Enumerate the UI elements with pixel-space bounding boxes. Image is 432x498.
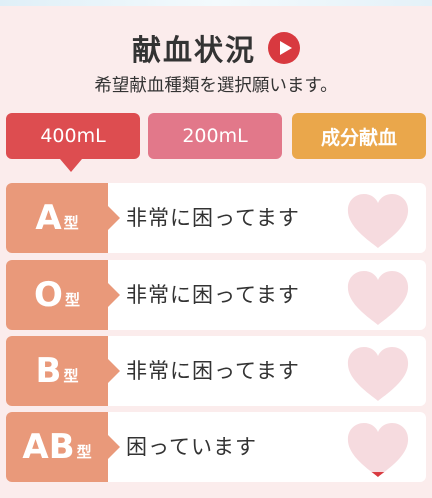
selected-tab-pointer: [60, 159, 82, 172]
blood-type-suffix: 型: [64, 290, 80, 309]
blood-type-letter: AB: [22, 427, 75, 467]
donation-type-tabs: 400mL 200mL 成分献血: [6, 113, 426, 159]
status-text: 非常に困ってます: [126, 283, 300, 307]
heart-icon: [347, 423, 409, 477]
play-icon[interactable]: [268, 32, 300, 64]
heart-icon: [347, 194, 409, 248]
blood-type-letter: A: [35, 198, 62, 238]
blood-type-suffix: 型: [76, 442, 92, 461]
tab-200ml[interactable]: 200mL: [148, 113, 282, 159]
blood-type-label: AB 型: [6, 412, 120, 482]
blood-type-label: A 型: [6, 183, 120, 253]
tab-component[interactable]: 成分献血: [292, 113, 426, 159]
status-text: 困っています: [126, 435, 257, 459]
status-text: 非常に困ってます: [126, 359, 300, 383]
blood-type-letter: O: [34, 275, 63, 315]
tab-400ml[interactable]: 400mL: [6, 113, 140, 159]
top-strip: [0, 0, 432, 6]
blood-type-row-o: O 型 非常に困ってます: [6, 260, 426, 330]
blood-type-letter: B: [35, 351, 62, 391]
instruction-text: 希望献血種類を選択願います。: [94, 76, 338, 96]
status-text: 非常に困ってます: [126, 206, 300, 230]
blood-type-suffix: 型: [63, 366, 79, 385]
page-title: 献血状況: [131, 33, 256, 67]
blood-type-row-b: B 型 非常に困ってます: [6, 336, 426, 406]
blood-type-suffix: 型: [63, 213, 79, 232]
header: 献血状況: [0, 26, 432, 70]
heart-icon: [347, 271, 409, 325]
blood-type-label: O 型: [6, 260, 120, 330]
heart-icon: [347, 347, 409, 401]
blood-type-row-a: A 型 非常に困ってます: [6, 183, 426, 253]
blood-type-label: B 型: [6, 336, 120, 406]
blood-type-row-ab: AB 型 困っています: [6, 412, 426, 482]
